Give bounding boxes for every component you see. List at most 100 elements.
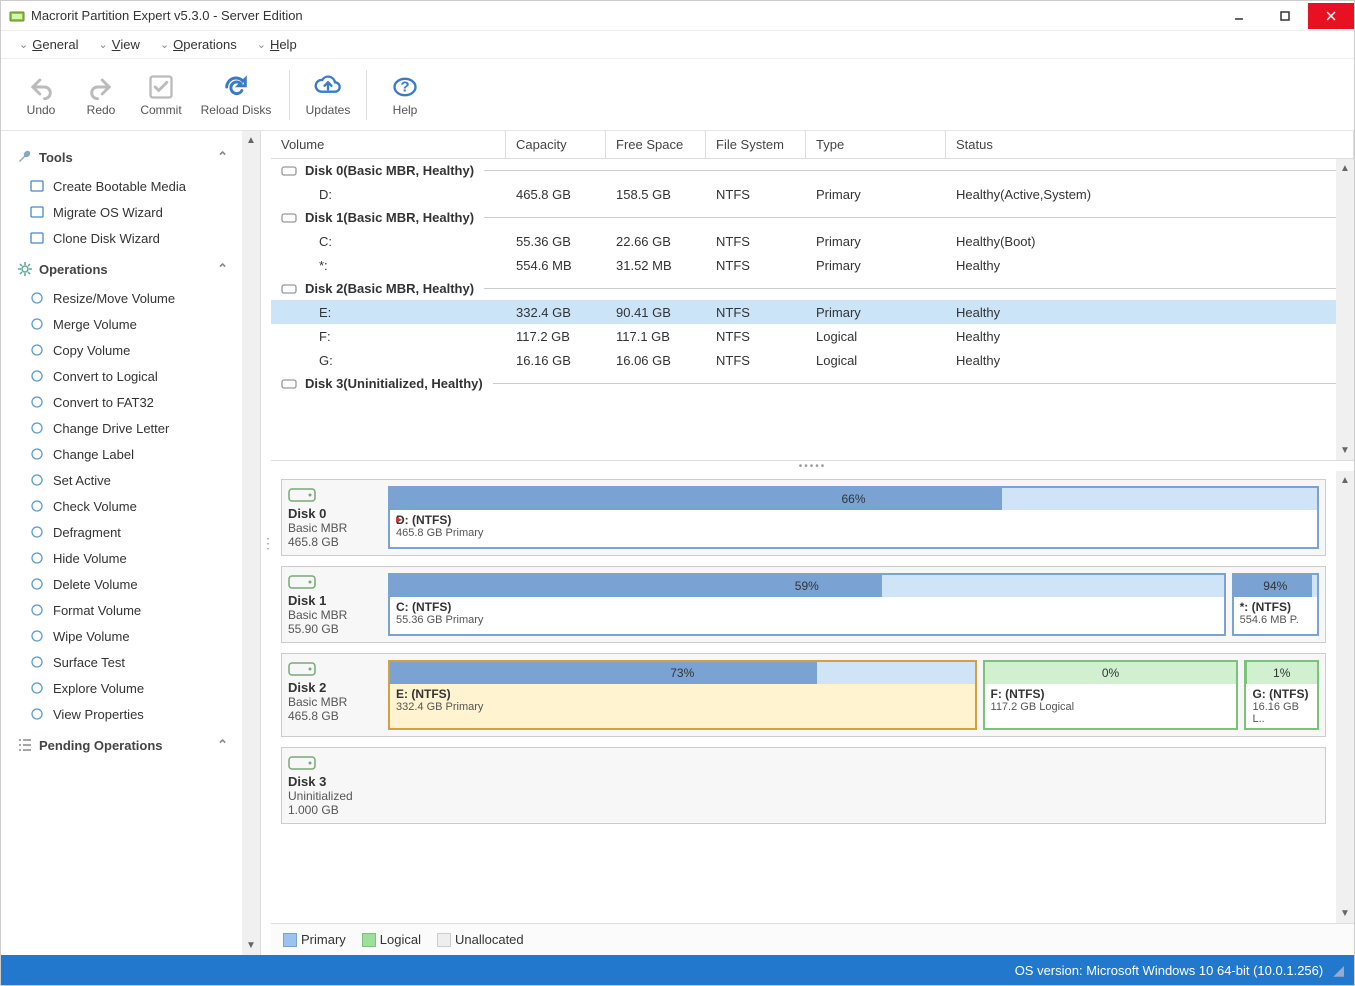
- wrench-icon: [17, 149, 33, 165]
- sidebar-item-convert-to-fat32[interactable]: Convert to FAT32: [15, 389, 234, 415]
- menu-operations[interactable]: ⌄Operations: [152, 33, 245, 56]
- col-free[interactable]: Free Space: [606, 131, 706, 158]
- svg-text:?: ?: [400, 78, 409, 95]
- flag-icon: ▸: [396, 512, 402, 526]
- sidebar-item-explore-volume[interactable]: Explore Volume: [15, 675, 234, 701]
- help-button[interactable]: ?Help: [375, 65, 435, 125]
- window-title: Macrorit Partition Expert v5.3.0 - Serve…: [31, 8, 1216, 23]
- partition-block[interactable]: 59%C: (NTFS)55.36 GB Primary: [388, 573, 1226, 636]
- volume-row[interactable]: D:465.8 GB158.5 GBNTFSPrimaryHealthy(Act…: [271, 182, 1354, 206]
- sidebar-item-check-volume[interactable]: Check Volume: [15, 493, 234, 519]
- sidebar-item-delete-volume[interactable]: Delete Volume: [15, 571, 234, 597]
- disk-block: Disk 0Basic MBR465.8 GB66%▸D: (NTFS)465.…: [281, 479, 1326, 556]
- hdd-icon: [288, 486, 316, 504]
- sidebar-item-create-bootable-media[interactable]: Create Bootable Media: [15, 173, 234, 199]
- resize-grip-icon[interactable]: ◢: [1333, 962, 1344, 979]
- menu-view[interactable]: ⌄View: [90, 33, 147, 56]
- disk-group[interactable]: Disk 0(Basic MBR, Healthy): [271, 159, 1354, 182]
- volume-row[interactable]: F:117.2 GB117.1 GBNTFSLogicalHealthy: [271, 324, 1354, 348]
- op-icon: [29, 446, 45, 462]
- os-version-text: OS version: Microsoft Windows 10 64-bit …: [1015, 963, 1324, 978]
- toolbar-separator: [366, 70, 367, 120]
- map-scrollbar[interactable]: ▲▼: [1336, 471, 1354, 923]
- scroll-down-icon[interactable]: ▼: [246, 940, 256, 951]
- legend: Primary Logical Unallocated: [271, 923, 1354, 955]
- partition-block[interactable]: 1%G: (NTFS)16.16 GB L..: [1244, 660, 1319, 730]
- legend-logical: Logical: [362, 932, 421, 948]
- sidebar-item-clone-disk-wizard[interactable]: Clone Disk Wizard: [15, 225, 234, 251]
- op-icon: [29, 602, 45, 618]
- menu-help[interactable]: ⌄Help: [249, 33, 305, 56]
- commit-button[interactable]: Commit: [131, 65, 191, 125]
- updates-button[interactable]: Updates: [298, 65, 358, 125]
- maximize-button[interactable]: [1262, 3, 1308, 29]
- disk-block: Disk 3Uninitialized1.000 GB: [281, 747, 1326, 824]
- disk-icon: [281, 283, 297, 295]
- chevron-up-icon: ⌃: [217, 149, 228, 165]
- sidebar-scrollbar[interactable]: ▲ ▼: [242, 131, 260, 955]
- op-icon: [29, 628, 45, 644]
- sidebar-item-resize-move-volume[interactable]: Resize/Move Volume: [15, 285, 234, 311]
- scroll-up-icon[interactable]: ▲: [246, 135, 256, 146]
- sidebar-item-copy-volume[interactable]: Copy Volume: [15, 337, 234, 363]
- disk-block: Disk 2Basic MBR465.8 GB73%E: (NTFS)332.4…: [281, 653, 1326, 737]
- list-icon: [17, 737, 33, 753]
- horizontal-splitter[interactable]: •••••: [271, 461, 1354, 471]
- sidebar-item-set-active[interactable]: Set Active: [15, 467, 234, 493]
- sidebar-section-tools[interactable]: Tools ⌃: [15, 139, 234, 173]
- close-button[interactable]: [1308, 3, 1354, 29]
- toolbar-separator: [289, 70, 290, 120]
- partition-block[interactable]: 94%*: (NTFS)554.6 MB P.: [1232, 573, 1319, 636]
- sidebar-item-format-volume[interactable]: Format Volume: [15, 597, 234, 623]
- col-type[interactable]: Type: [806, 131, 946, 158]
- col-capacity[interactable]: Capacity: [506, 131, 606, 158]
- disk-group[interactable]: Disk 1(Basic MBR, Healthy): [271, 206, 1354, 229]
- sidebar-item-change-label[interactable]: Change Label: [15, 441, 234, 467]
- disk-map: Disk 0Basic MBR465.8 GB66%▸D: (NTFS)465.…: [271, 471, 1336, 923]
- volume-row[interactable]: E:332.4 GB90.41 GBNTFSPrimaryHealthy: [271, 300, 1354, 324]
- col-status[interactable]: Status: [946, 131, 1354, 158]
- sidebar-item-wipe-volume[interactable]: Wipe Volume: [15, 623, 234, 649]
- disk-group[interactable]: Disk 3(Uninitialized, Healthy): [271, 372, 1354, 395]
- op-icon: [29, 498, 45, 514]
- sidebar-item-convert-to-logical[interactable]: Convert to Logical: [15, 363, 234, 389]
- sidebar-section-operations[interactable]: Operations ⌃: [15, 251, 234, 285]
- sidebar-item-hide-volume[interactable]: Hide Volume: [15, 545, 234, 571]
- disk-block: Disk 1Basic MBR55.90 GB59%C: (NTFS)55.36…: [281, 566, 1326, 643]
- volume-row[interactable]: C:55.36 GB22.66 GBNTFSPrimaryHealthy(Boo…: [271, 229, 1354, 253]
- op-icon: [29, 680, 45, 696]
- op-icon: [29, 394, 45, 410]
- titlebar: Macrorit Partition Expert v5.3.0 - Serve…: [1, 1, 1354, 31]
- minimize-button[interactable]: [1216, 3, 1262, 29]
- sidebar-section-pending[interactable]: Pending Operations ⌃: [15, 727, 234, 761]
- volume-row[interactable]: *:554.6 MB31.52 MBNTFSPrimaryHealthy: [271, 253, 1354, 277]
- col-filesystem[interactable]: File System: [706, 131, 806, 158]
- sidebar-item-change-drive-letter[interactable]: Change Drive Letter: [15, 415, 234, 441]
- sidebar-item-migrate-os-wizard[interactable]: Migrate OS Wizard: [15, 199, 234, 225]
- chevron-up-icon: ⌃: [217, 261, 228, 277]
- legend-unallocated: Unallocated: [437, 932, 524, 948]
- partition-block[interactable]: 66%▸D: (NTFS)465.8 GB Primary: [388, 486, 1319, 549]
- op-icon: [29, 342, 45, 358]
- sidebar-item-merge-volume[interactable]: Merge Volume: [15, 311, 234, 337]
- op-icon: [29, 524, 45, 540]
- redo-button[interactable]: Redo: [71, 65, 131, 125]
- partition-block[interactable]: 73%E: (NTFS)332.4 GB Primary: [388, 660, 977, 730]
- disk-group[interactable]: Disk 2(Basic MBR, Healthy): [271, 277, 1354, 300]
- menu-general[interactable]: ⌄General: [11, 33, 86, 56]
- sidebar-item-view-properties[interactable]: View Properties: [15, 701, 234, 727]
- col-volume[interactable]: Volume: [271, 131, 506, 158]
- op-icon: [29, 420, 45, 436]
- hdd-icon: [288, 660, 316, 678]
- partition-block[interactable]: 0%F: (NTFS)117.2 GB Logical: [983, 660, 1239, 730]
- table-scrollbar[interactable]: ▲▼: [1336, 159, 1354, 460]
- undo-button[interactable]: Undo: [11, 65, 71, 125]
- reload-disks-button[interactable]: Reload Disks: [191, 65, 281, 125]
- vertical-splitter[interactable]: ⋮: [261, 131, 271, 955]
- sidebar-item-surface-test[interactable]: Surface Test: [15, 649, 234, 675]
- volume-row[interactable]: G:16.16 GB16.06 GBNTFSLogicalHealthy: [271, 348, 1354, 372]
- hdd-icon: [288, 754, 316, 772]
- legend-primary: Primary: [283, 932, 346, 948]
- disk-icon: [281, 212, 297, 224]
- sidebar-item-defragment[interactable]: Defragment: [15, 519, 234, 545]
